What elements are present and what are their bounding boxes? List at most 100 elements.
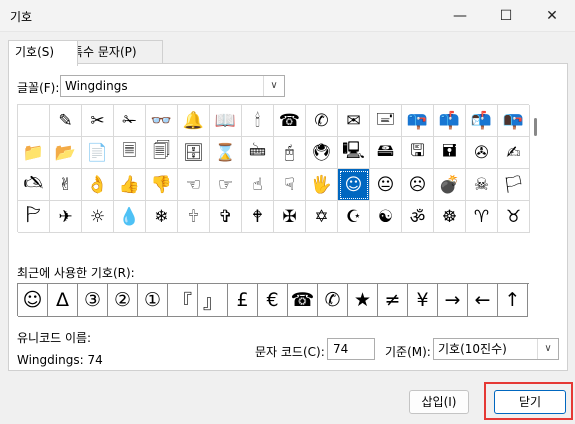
symbol-cell[interactable]: ☼ xyxy=(82,201,114,233)
symbol-cell[interactable]: ✁ xyxy=(114,105,146,137)
symbol-cell[interactable]: 😐 xyxy=(370,169,402,201)
symbol-cell[interactable]: ⌛ xyxy=(210,137,242,169)
recent-symbol-cell[interactable]: 』 xyxy=(198,284,228,317)
symbol-cell[interactable]: ☟ xyxy=(274,169,306,201)
symbol-cell[interactable]: 🖮 xyxy=(242,137,274,169)
minimize-button[interactable]: — xyxy=(437,0,483,32)
symbol-cell[interactable]: 🖲 xyxy=(306,137,338,169)
symbol-cell[interactable]: ☠ xyxy=(466,169,498,201)
symbol-cell[interactable]: 🖃 xyxy=(370,105,402,137)
symbol-cell[interactable]: 🖳 xyxy=(338,137,370,169)
symbol-cell[interactable]: 💧 xyxy=(114,201,146,233)
symbol-cell[interactable]: ✎ xyxy=(50,105,82,137)
symbol-cell[interactable]: 👍 xyxy=(114,169,146,201)
title-bar: 기호 — ☐ ✕ xyxy=(0,0,575,32)
symbol-cell[interactable]: 🖫 xyxy=(402,137,434,169)
unicode-name-value: Wingdings: 74 xyxy=(17,353,103,367)
recent-symbol-cell[interactable]: € xyxy=(258,284,288,317)
symbol-cell[interactable]: 🖐 xyxy=(306,169,338,201)
symbol-cell[interactable]: 📬 xyxy=(466,105,498,137)
symbol-cell[interactable]: 🖎 xyxy=(18,169,50,201)
recent-symbol-cell[interactable]: ← xyxy=(468,284,498,317)
symbol-cell[interactable]: ✉ xyxy=(338,105,370,137)
symbol-cell[interactable]: 📪 xyxy=(402,105,434,137)
symbol-cell[interactable]: 🖬 xyxy=(434,137,466,169)
symbol-cell[interactable]: 📂 xyxy=(50,137,82,169)
base-label: 기준(M): xyxy=(385,345,431,359)
symbol-grid: ✎ ✂ ✁ 👓 🔔 📖 🕯 ☎ ✆ ✉ 🖃 📪 📫 📬 📭 📁 📂 📄 🗏 🗐 🗄 ⌛ 🖮 🖰 🖲 🖳 🖴 🖫 🖬 ✇ ✍ 🖎 ✌ 👌 👍 👎 ☜ ☞ ☝ ☟… xyxy=(17,104,530,233)
scrollbar-thumb[interactable] xyxy=(534,118,537,136)
recent-symbol-cell[interactable]: ✆ xyxy=(318,284,348,317)
symbol-cell[interactable]: ♈ xyxy=(466,201,498,233)
symbol-cell[interactable] xyxy=(18,105,50,137)
symbol-cell[interactable]: 🗄 xyxy=(178,137,210,169)
tab-symbols[interactable]: 기호(S) xyxy=(8,40,78,66)
symbol-cell[interactable]: ☎ xyxy=(274,105,306,137)
symbol-cell[interactable]: ✞ xyxy=(210,201,242,233)
recent-symbol-cell[interactable]: Δ xyxy=(48,284,78,317)
recent-symbol-cell[interactable]: ③ xyxy=(78,284,108,317)
symbol-cell[interactable]: 🕆 xyxy=(178,201,210,233)
symbol-cell[interactable]: 📭 xyxy=(498,105,530,137)
font-select[interactable]: Wingdings ∨ xyxy=(60,75,285,97)
symbol-cell[interactable]: ✍ xyxy=(498,137,530,169)
symbol-cell[interactable]: ☜ xyxy=(178,169,210,201)
symbol-cell[interactable]: ॐ xyxy=(402,201,434,233)
recent-symbol-cell[interactable]: ★ xyxy=(348,284,378,317)
symbol-cell[interactable]: ✠ xyxy=(274,201,306,233)
symbol-cell[interactable]: ☪ xyxy=(338,201,370,233)
recent-symbol-cell[interactable]: ① xyxy=(138,284,168,317)
maximize-button[interactable]: ☐ xyxy=(483,0,529,32)
symbol-cell[interactable]: 🗏 xyxy=(114,137,146,169)
tab-bar: 기호(S) 특수 문자(P) xyxy=(8,40,568,66)
symbol-cell[interactable]: ✂ xyxy=(82,105,114,137)
symbol-cell[interactable]: 🖴 xyxy=(370,137,402,169)
font-label: 글꼴(F): xyxy=(17,81,60,95)
symbol-cell[interactable]: 👌 xyxy=(82,169,114,201)
symbol-cell[interactable]: 🕯 xyxy=(242,105,274,137)
recent-symbol-cell[interactable]: ☺ xyxy=(18,284,48,317)
symbol-cell[interactable]: ✇ xyxy=(466,137,498,169)
recent-symbol-cell[interactable]: ¥ xyxy=(408,284,438,317)
symbol-cell[interactable]: 👓 xyxy=(146,105,178,137)
symbol-cell[interactable]: ♉ xyxy=(498,201,530,233)
symbol-cell[interactable]: ✡ xyxy=(306,201,338,233)
recent-symbol-cell[interactable]: ≠ xyxy=(378,284,408,317)
symbol-cell[interactable]: 🗐 xyxy=(146,137,178,169)
close-window-button[interactable]: ✕ xyxy=(529,0,575,32)
symbol-cell[interactable]: ✆ xyxy=(306,105,338,137)
recent-symbol-cell[interactable]: → xyxy=(438,284,468,317)
symbol-cell[interactable]: 📁 xyxy=(18,137,50,169)
font-select-value: Wingdings xyxy=(65,79,128,93)
symbol-cell[interactable]: 🏳 xyxy=(498,169,530,201)
recent-symbols-row: ☺ Δ ③ ② ① 『』 £ € ☎ ✆ ★ ≠ ¥ → ← ↑ xyxy=(17,283,529,317)
symbol-cell[interactable]: 🏱 xyxy=(18,201,50,233)
symbol-cell[interactable]: ☯ xyxy=(370,201,402,233)
chevron-down-icon: ∨ xyxy=(263,76,284,96)
symbol-cell[interactable]: ☸ xyxy=(434,201,466,233)
symbol-cell[interactable]: ☹ xyxy=(402,169,434,201)
tab-special-characters[interactable]: 특수 문자(P) xyxy=(65,40,163,65)
symbol-cell[interactable]: ☞ xyxy=(210,169,242,201)
recent-symbol-cell[interactable]: 『 xyxy=(168,284,198,317)
base-select[interactable]: 기호(10진수) ∨ xyxy=(433,338,559,360)
char-code-input[interactable]: 74 xyxy=(327,338,375,360)
symbol-cell[interactable]: 🕈 xyxy=(242,201,274,233)
insert-button[interactable]: 삽입(I) xyxy=(409,390,469,414)
symbol-cell[interactable]: 🖰 xyxy=(274,137,306,169)
symbol-cell[interactable]: ✌ xyxy=(50,169,82,201)
symbol-cell[interactable]: 👎 xyxy=(146,169,178,201)
symbol-cell[interactable]: 📖 xyxy=(210,105,242,137)
symbol-cell[interactable]: 🔔 xyxy=(178,105,210,137)
recent-symbol-cell[interactable]: ☎ xyxy=(288,284,318,317)
symbol-cell[interactable]: 📄 xyxy=(82,137,114,169)
symbol-cell[interactable]: 💣 xyxy=(434,169,466,201)
symbol-cell[interactable]: ☺ xyxy=(338,169,370,201)
symbol-cell[interactable]: ☝ xyxy=(242,169,274,201)
recent-symbol-cell[interactable]: ↑ xyxy=(498,284,528,317)
symbol-cell[interactable]: ✈ xyxy=(50,201,82,233)
recent-symbol-cell[interactable]: ② xyxy=(108,284,138,317)
recent-symbol-cell[interactable]: £ xyxy=(228,284,258,317)
symbol-cell[interactable]: ❄ xyxy=(146,201,178,233)
symbol-cell[interactable]: 📫 xyxy=(434,105,466,137)
